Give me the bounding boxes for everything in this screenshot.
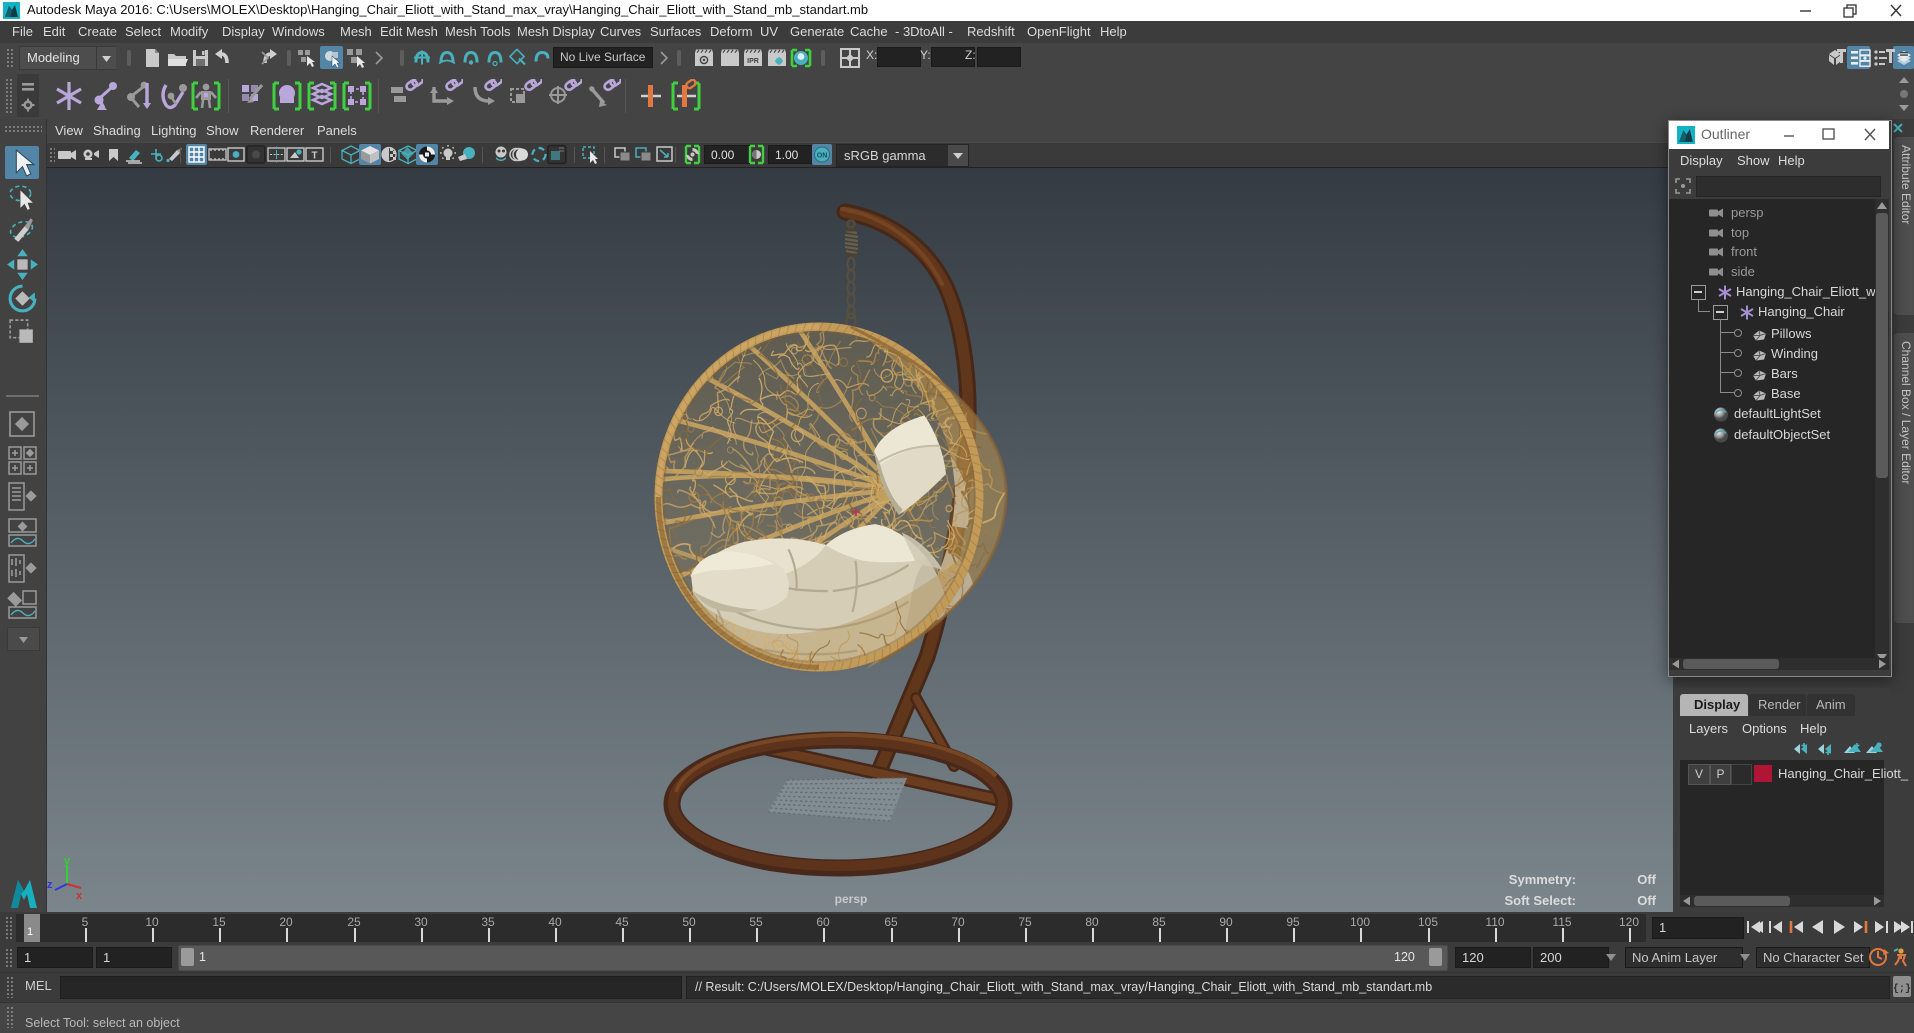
svg-text:Symmetry:: Symmetry: xyxy=(1509,872,1576,887)
svg-text:z: z xyxy=(47,879,53,891)
svg-text:{;}: {;} xyxy=(1893,983,1911,995)
svg-text:ON: ON xyxy=(817,153,828,160)
svg-text:IPR: IPR xyxy=(747,58,759,65)
svg-text:Off: Off xyxy=(1637,872,1656,887)
svg-text:x: x xyxy=(76,890,83,902)
svg-text:T: T xyxy=(311,151,317,162)
svg-text:Off: Off xyxy=(1637,893,1656,908)
svg-text:persp: persp xyxy=(835,892,868,906)
svg-text:Soft Select:: Soft Select: xyxy=(1504,893,1576,908)
svg-text:y: y xyxy=(64,855,71,867)
